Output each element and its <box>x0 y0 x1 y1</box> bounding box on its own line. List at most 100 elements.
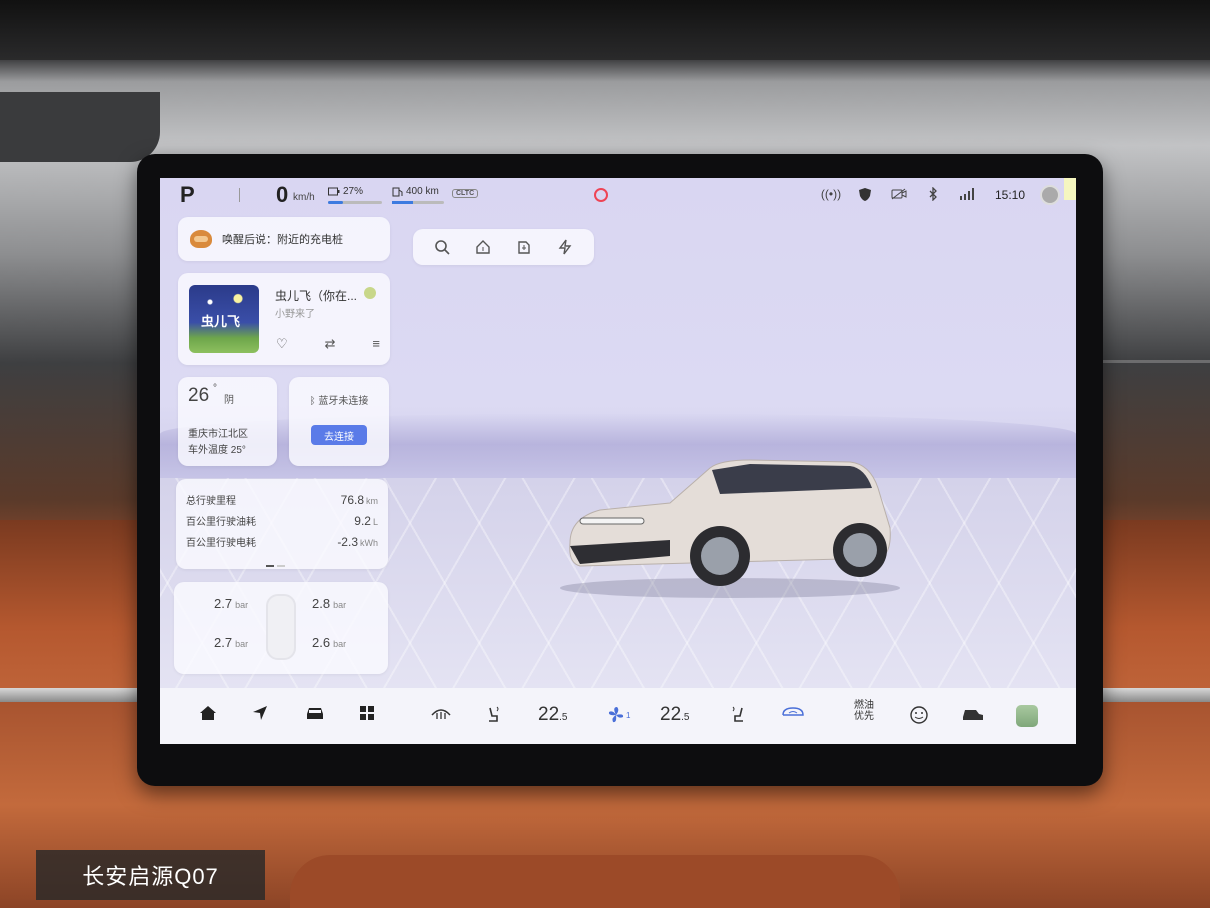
bluetooth-status-text: 蓝牙未连接 <box>318 396 369 407</box>
tire-value: 2.7 <box>214 635 233 650</box>
outside-temperature: 车外温度 25° <box>188 445 246 456</box>
trip-value: 9.2 <box>354 514 371 528</box>
trip-value: -2.3 <box>337 535 358 549</box>
battery-indicator: 27% <box>328 186 363 197</box>
fuel-priority-line2: 优先 <box>854 711 874 722</box>
battery-percent: 27% <box>343 186 364 197</box>
tire-front-right: 2.8 bar <box>312 596 346 611</box>
seat-heat-driver-icon[interactable] <box>485 705 503 723</box>
tire-value: 2.7 <box>214 596 233 611</box>
status-icons: ((•)) <box>821 186 976 202</box>
charging-icon[interactable] <box>556 238 574 256</box>
weather-degree: ° <box>213 383 217 394</box>
fuel-pump-icon <box>392 187 403 196</box>
passenger-temp-value: 22 <box>660 704 682 725</box>
home-nav-icon[interactable] <box>199 705 217 721</box>
vehicle-render[interactable] <box>560 448 900 598</box>
fuel-priority-line1: 燃油 <box>854 700 874 711</box>
trip-card[interactable]: 总行驶里程 76.8 km 百公里行驶油耗 9.2 L 百公里行驶电耗 -2.3 kW… <box>176 479 388 569</box>
dashboard-stitch <box>1100 360 1210 363</box>
dashboard-top <box>0 0 1210 60</box>
infotainment-screen: P 0 km/h 27% 400 km CLTC ((•)) 15:10 唤醒后… <box>160 178 1076 744</box>
security-shield-icon <box>856 186 874 202</box>
tire-unit: bar <box>235 600 249 610</box>
music-card[interactable]: 虫儿飞 虫儿飞（你在... 小野来了 ♡ ⇄ ≡ <box>178 273 390 365</box>
driver-temp-value: 22 <box>538 704 560 725</box>
fan-level: 1 <box>626 710 631 720</box>
playlist-icon[interactable]: ≡ <box>372 336 380 352</box>
speed-unit: km/h <box>293 192 315 203</box>
trip-value: 76.8 <box>340 493 364 507</box>
page-indicator <box>266 565 296 567</box>
range-value: 400 km <box>406 186 439 197</box>
seat-heat-passenger-icon[interactable] <box>729 705 747 723</box>
status-divider <box>239 188 240 202</box>
range-bar-fill <box>392 201 413 204</box>
assistant-avatar-icon <box>190 230 212 248</box>
fuel-priority-mode[interactable]: 燃油 优先 <box>854 700 874 722</box>
defrost-icon[interactable] <box>430 705 452 721</box>
corner-glare <box>1064 178 1076 200</box>
dashboard-vent <box>0 92 160 162</box>
trip-unit: km <box>366 496 378 506</box>
trip-label: 总行驶里程 <box>186 496 236 507</box>
album-art[interactable]: 虫儿飞 <box>189 285 259 353</box>
bluetooth-small-icon: ᛒ <box>309 396 316 407</box>
camera-off-icon <box>890 186 908 202</box>
tire-unit: bar <box>333 639 347 649</box>
heart-icon[interactable]: ♡ <box>276 336 288 352</box>
tire-rear-right: 2.6 bar <box>312 635 346 650</box>
repeat-icon[interactable]: ⇄ <box>325 336 336 352</box>
album-art-title: 虫儿飞 <box>201 315 241 330</box>
caption-text: 长安启源Q07 <box>82 864 219 889</box>
connect-bluetooth-button[interactable]: 去连接 <box>311 425 367 445</box>
car-top-view-icon <box>266 594 296 660</box>
page-dot <box>277 565 285 567</box>
tire-value: 2.8 <box>312 596 331 611</box>
song-title: 虫儿飞（你在... <box>275 289 358 303</box>
recirculation-icon[interactable] <box>780 705 806 721</box>
dashcam-record-icon[interactable] <box>594 188 608 202</box>
gear-indicator: P <box>180 182 195 207</box>
speed-value: 0 <box>276 182 289 207</box>
battery-bar <box>328 201 382 204</box>
user-avatar[interactable] <box>1040 185 1060 205</box>
center-console <box>290 855 900 908</box>
tire-rear-left: 2.7 bar <box>214 635 248 650</box>
tire-unit: bar <box>235 639 249 649</box>
search-icon[interactable] <box>433 238 451 256</box>
cltc-badge: CLTC <box>452 189 479 198</box>
clock: 15:10 <box>995 188 1026 202</box>
home-icon[interactable] <box>474 238 492 256</box>
voice-assistant-card[interactable]: 唤醒后说：附近的充电桩 <box>178 217 390 261</box>
tire-pressure-card[interactable]: 2.7 bar 2.8 bar 2.7 bar 2.6 bar <box>174 582 388 674</box>
trip-unit: kWh <box>360 538 378 548</box>
voice-hint-text: 唤醒后说：附近的充电桩 <box>222 234 343 246</box>
assistant-face-icon[interactable] <box>909 705 929 725</box>
passenger-temperature[interactable]: 22.5 <box>660 704 689 726</box>
navigation-icon[interactable] <box>252 705 268 721</box>
driver-temperature[interactable]: 22.5 <box>538 704 567 726</box>
trip-label: 百公里行驶电耗 <box>186 538 256 549</box>
company-icon[interactable] <box>515 238 533 256</box>
tire-value: 2.6 <box>312 635 331 650</box>
car-settings-icon[interactable] <box>962 705 984 723</box>
bottom-dock: 22.5 1 22.5 燃油 优先 <box>160 688 1076 744</box>
weather-card[interactable]: 26 ° 阴 重庆市江北区 车外温度 25° <box>178 377 277 466</box>
tire-unit: bar <box>333 600 347 610</box>
fan-icon[interactable]: 1 <box>606 705 630 725</box>
layers-icon[interactable] <box>1016 705 1038 727</box>
driver-temp-decimal: .5 <box>559 712 568 723</box>
passenger-temp-decimal: .5 <box>681 712 690 723</box>
range-bar <box>392 201 444 204</box>
weather-temperature: 26 <box>188 385 210 406</box>
vehicle-icon[interactable] <box>305 705 325 721</box>
page-dot <box>266 565 274 567</box>
apps-icon[interactable] <box>359 705 375 721</box>
tire-front-left: 2.7 bar <box>214 596 248 611</box>
signal-icon <box>958 186 976 202</box>
music-controls: ♡ ⇄ ≡ <box>276 336 380 352</box>
trip-label: 百公里行驶油耗 <box>186 517 256 528</box>
trip-row: 百公里行驶油耗 9.2 L <box>186 513 378 528</box>
quick-actions-bar <box>413 229 594 265</box>
